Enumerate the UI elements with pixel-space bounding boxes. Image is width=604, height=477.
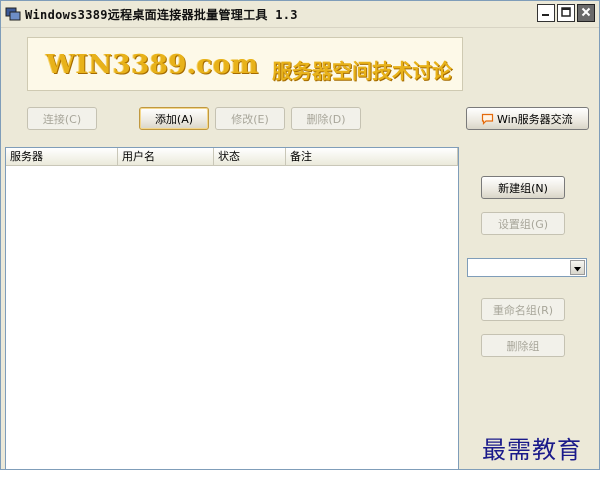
modify-button[interactable]: 修改(E) [215, 107, 285, 130]
banner-site-name: WIN3389.com [46, 50, 259, 80]
close-icon [581, 6, 591, 20]
column-header-note[interactable]: 备注 [286, 148, 458, 165]
maximize-button[interactable] [557, 4, 575, 22]
close-button[interactable] [577, 4, 595, 22]
banner-slogan: 服务器空间技术讨论 [272, 59, 452, 83]
banner: WIN3389.com 服务器空间技术讨论 [27, 37, 463, 91]
minimize-icon [541, 6, 551, 20]
maximize-icon [561, 6, 571, 20]
minimize-button[interactable] [537, 4, 555, 22]
remote-desktop-icon [5, 6, 21, 22]
delete-group-button[interactable]: 删除组 [481, 334, 565, 357]
server-list[interactable]: 服务器 用户名 状态 备注 [5, 147, 459, 469]
delete-button[interactable]: 删除(D) [291, 107, 361, 130]
new-group-button[interactable]: 新建组(N) [481, 176, 565, 199]
column-header-status[interactable]: 状态 [214, 148, 286, 165]
chat-bubble-icon [481, 113, 494, 125]
column-header-server[interactable]: 服务器 [6, 148, 118, 165]
chevron-down-icon [574, 261, 581, 275]
window-title: Windows3389远程桌面连接器批量管理工具 1.3 [25, 8, 298, 22]
group-select[interactable] [467, 258, 587, 277]
column-header-username[interactable]: 用户名 [118, 148, 214, 165]
main-window: Windows3389远程桌面连接器批量管理工具 1.3 WIN3389.com… [0, 0, 600, 470]
list-header: 服务器 用户名 状态 备注 [6, 148, 458, 166]
title-bar[interactable]: Windows3389远程桌面连接器批量管理工具 1.3 [1, 1, 599, 28]
server-exchange-button[interactable]: Win服务器交流 [466, 107, 589, 130]
watermark: 最需教育 [482, 436, 582, 464]
server-exchange-label: Win服务器交流 [497, 112, 573, 126]
set-group-button[interactable]: 设置组(G) [481, 212, 565, 235]
connect-button[interactable]: 连接(C) [27, 107, 97, 130]
add-button[interactable]: 添加(A) [139, 107, 209, 130]
rename-group-button[interactable]: 重命名组(R) [481, 298, 565, 321]
group-select-dropdown-button[interactable] [570, 260, 585, 275]
